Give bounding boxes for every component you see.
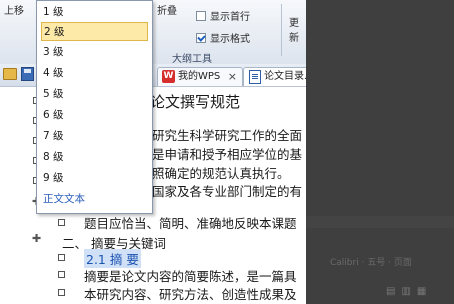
show-first-row-label: 显示首行 — [210, 12, 250, 23]
close-tab-icon[interactable]: × — [228, 68, 237, 86]
update-button[interactable]: 更新 — [289, 14, 306, 44]
move-up-button[interactable]: 上移 — [4, 2, 24, 18]
document-title: 论文撰写规范 — [150, 93, 241, 111]
save-icon[interactable] — [21, 67, 34, 81]
wps-logo-icon: W — [162, 70, 175, 83]
collapse-button[interactable]: 折叠 — [157, 2, 177, 17]
outline-bullet[interactable] — [58, 254, 65, 261]
level-option[interactable]: 8 级 — [41, 148, 148, 167]
document-icon — [249, 70, 261, 84]
outline-bullet[interactable] — [58, 271, 65, 278]
body-text-line: 题目应恰当、简明、准确地反映本课题 — [84, 216, 297, 231]
body-text-option[interactable]: 正文文本 — [41, 190, 148, 209]
body-text-line: 是申请和授予相应学位的基 — [152, 147, 303, 162]
level-option[interactable]: 6 级 — [41, 106, 148, 125]
level-option[interactable]: 1 级 — [41, 3, 148, 22]
checkbox-icon — [196, 11, 206, 21]
outline-bullet[interactable] — [58, 289, 65, 296]
dimmed-view-icons: ▤▥▦ — [386, 286, 433, 297]
level-option[interactable]: 9 级 — [41, 169, 148, 188]
tab-my-wps-label: 我的WPS — [178, 71, 221, 82]
tab-my-wps[interactable]: W 我的WPS × — [157, 67, 243, 86]
dimmed-overlay: Calibri · 五号 · 页面 ▤▥▦ — [306, 0, 454, 304]
app-window: 上移 折叠 显示首行 显示格式 大纲工具 更新 W 我的WPS × 论文目录.d … — [0, 0, 454, 304]
body-text-line: 研究生科学研究工作的全面 — [152, 128, 303, 143]
outline-bullet[interactable] — [58, 219, 65, 226]
dimmed-toolbar-strip — [306, 216, 454, 228]
show-format-checkbox[interactable]: 显示格式 — [196, 30, 250, 45]
outline-level-dropdown: 1 级 2 级 3 级 4 级 5 级 6 级 7 级 8 级 9 级 正文文本 — [36, 0, 153, 214]
body-text-line: 照确定的规范认真执行。 — [152, 166, 290, 181]
checkbox-checked-icon — [196, 33, 206, 43]
body-text-line: 国家及各专业部门制定的有 — [152, 184, 303, 199]
ribbon-divider — [281, 4, 282, 56]
show-first-row-checkbox[interactable]: 显示首行 — [196, 8, 250, 23]
expand-heading-icon[interactable]: ✚ — [32, 232, 41, 245]
level-option[interactable]: 5 级 — [41, 85, 148, 104]
tab-thesis-document[interactable]: 论文目录.d — [243, 67, 315, 86]
level-option[interactable]: 3 级 — [41, 43, 148, 62]
level-option[interactable]: 7 级 — [41, 127, 148, 146]
body-text-line: 本研究内容、研究方法、创造性成果及 — [84, 287, 297, 302]
open-folder-icon[interactable] — [3, 68, 17, 80]
body-text-line: 摘要是论文内容的简要陈述，是一篇具 — [84, 269, 297, 284]
outline-tools-group-label: 大纲工具 — [172, 54, 212, 65]
dimmed-status-text: Calibri · 五号 · 页面 — [330, 258, 412, 268]
show-format-label: 显示格式 — [210, 34, 250, 45]
level-option-selected[interactable]: 2 级 — [41, 22, 148, 41]
level-option[interactable]: 4 级 — [41, 64, 148, 83]
